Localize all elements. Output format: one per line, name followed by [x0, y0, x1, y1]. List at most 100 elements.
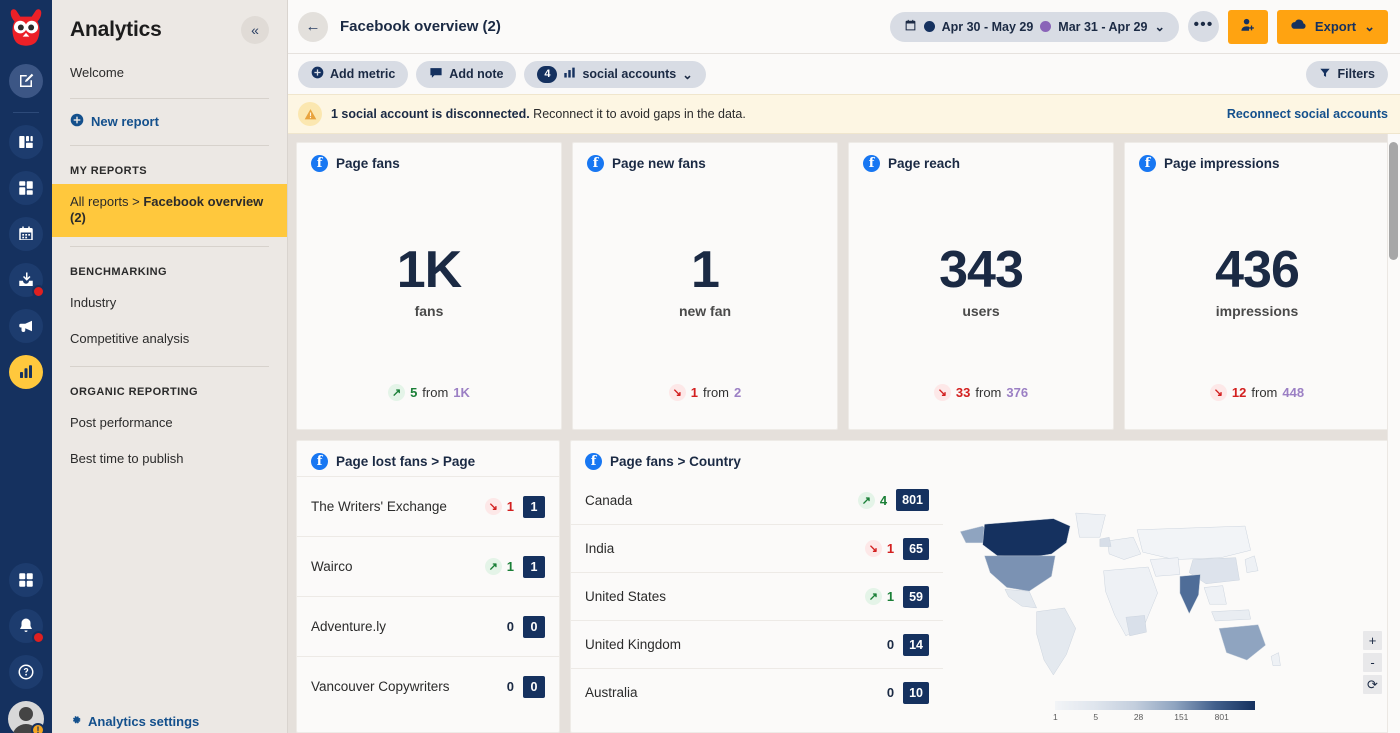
- export-button[interactable]: Export ⌄: [1277, 10, 1388, 44]
- map-zoom-out-button[interactable]: -: [1363, 653, 1382, 672]
- alert-message-rest: Reconnect it to avoid gaps in the data.: [530, 107, 746, 121]
- sidebar-item-competitive-analysis[interactable]: Competitive analysis: [52, 321, 287, 357]
- card-title: Page fans > Country: [610, 454, 741, 469]
- sidebar-item-best-time-to-publish[interactable]: Best time to publish: [52, 441, 287, 477]
- planner-grid-icon[interactable]: [9, 171, 43, 205]
- delta-value: 0: [887, 637, 894, 652]
- analytics-bar-icon: [563, 66, 576, 82]
- table-row[interactable]: Canada ↗ 4 801: [571, 476, 943, 524]
- streams-icon[interactable]: [9, 125, 43, 159]
- legend-tick: 28: [1134, 712, 1174, 722]
- chevron-down-icon: ⌄: [1154, 19, 1164, 34]
- table-row[interactable]: India ↘ 1 65: [571, 524, 943, 572]
- trend-down-icon: ↘: [865, 540, 882, 557]
- row-delta: 0: [507, 679, 514, 694]
- analytics-bar-icon[interactable]: [9, 355, 43, 389]
- add-metric-button[interactable]: Add metric: [298, 61, 408, 88]
- calendar-icon[interactable]: [9, 217, 43, 251]
- row-delta: 0: [887, 685, 894, 700]
- add-note-button[interactable]: Add note: [416, 61, 516, 88]
- delta-value: 12: [1232, 385, 1246, 400]
- table-row[interactable]: United States ↗ 1 59: [571, 572, 943, 620]
- legend-tick: 5: [1093, 712, 1133, 722]
- metric-card-page-reach[interactable]: f Page reach 343 users ↘ 33 from 376: [848, 142, 1114, 430]
- row-value: 14: [903, 634, 929, 656]
- megaphone-icon[interactable]: [9, 309, 43, 343]
- trend-down-icon: ↘: [934, 384, 951, 401]
- metric-value: 1: [691, 244, 719, 296]
- row-value: 10: [903, 682, 929, 704]
- board-scrollbar-thumb[interactable]: [1389, 142, 1398, 260]
- table-row[interactable]: The Writers' Exchange ↘ 1 1: [297, 476, 559, 536]
- card-page-lost-fans-by-page[interactable]: f Page lost fans > Page The Writers' Exc…: [296, 440, 560, 733]
- more-options-button[interactable]: •••: [1188, 11, 1219, 42]
- card-title: Page impressions: [1164, 156, 1280, 171]
- analytics-settings-link[interactable]: Analytics settings: [52, 706, 287, 733]
- delta-from-label: from: [422, 385, 448, 400]
- row-delta: 0: [507, 619, 514, 634]
- collapse-sidebar-button[interactable]: «: [241, 16, 269, 44]
- legend-tick: 801: [1215, 712, 1255, 722]
- sidebar-item-post-performance[interactable]: Post performance: [52, 405, 287, 441]
- report-title: Facebook overview (2): [340, 18, 501, 35]
- plus-circle-icon: [311, 66, 324, 82]
- facebook-icon: f: [311, 155, 328, 172]
- row-value: 59: [903, 586, 929, 608]
- analytics-app: ! Analytics « Welcome New report MY REPO…: [0, 0, 1400, 733]
- card-title: Page fans: [336, 156, 400, 171]
- date-range-picker[interactable]: Apr 30 - May 29 Mar 31 - Apr 29 ⌄: [890, 12, 1179, 42]
- compare-period-dot: [1040, 21, 1051, 32]
- board-scrollbar-track[interactable]: [1387, 134, 1400, 733]
- metric-unit: users: [962, 303, 999, 319]
- metric-card-page-impressions[interactable]: f Page impressions 436 impressions ↘ 12 …: [1124, 142, 1390, 430]
- sidebar-divider-4: [70, 366, 269, 367]
- inbox-icon[interactable]: [9, 263, 43, 297]
- current-period-dot: [924, 21, 935, 32]
- facebook-icon: f: [311, 453, 328, 470]
- map-reset-button[interactable]: ⟳: [1363, 675, 1382, 694]
- help-icon[interactable]: [9, 655, 43, 689]
- compose-icon[interactable]: [9, 64, 43, 98]
- sidebar-item-welcome[interactable]: Welcome: [52, 56, 287, 89]
- row-delta: ↘ 1: [485, 498, 514, 515]
- card-header: f Page reach: [849, 143, 1113, 178]
- facebook-icon: f: [1139, 155, 1156, 172]
- table-row[interactable]: United Kingdom 0 14: [571, 620, 943, 668]
- new-report-button[interactable]: New report: [52, 108, 287, 136]
- sidebar-item-facebook-overview[interactable]: All reports > Facebook overview (2): [52, 184, 287, 237]
- table-row[interactable]: Australia 0 10: [571, 668, 943, 716]
- chevron-down-icon: ⌄: [1364, 19, 1375, 35]
- social-accounts-count: 4: [537, 66, 557, 83]
- delta-value: 0: [507, 679, 514, 694]
- bell-icon[interactable]: [9, 609, 43, 643]
- filters-button[interactable]: Filters: [1306, 61, 1388, 88]
- alert-message-bold: 1 social account is disconnected.: [331, 107, 530, 121]
- sidebar-section-benchmarking: BENCHMARKING: [52, 256, 287, 285]
- avatar[interactable]: !: [8, 701, 44, 733]
- table-row[interactable]: Adventure.ly 0 0: [297, 596, 559, 656]
- add-user-icon: [1240, 17, 1256, 36]
- reconnect-social-accounts-link[interactable]: Reconnect social accounts: [1227, 107, 1388, 121]
- row-delta: ↘ 1: [865, 540, 894, 557]
- metric-card-page-new-fans[interactable]: f Page new fans 1 new fan ↘ 1 from 2: [572, 142, 838, 430]
- hootsuite-owl-logo[interactable]: [4, 6, 48, 52]
- social-accounts-selector[interactable]: 4 social accounts ⌄: [524, 61, 705, 88]
- previous-value: 2: [734, 385, 741, 400]
- note-bubble-icon: [429, 66, 443, 83]
- add-user-button[interactable]: [1228, 10, 1268, 44]
- table-row[interactable]: Vancouver Copywriters 0 0: [297, 656, 559, 716]
- sidebar-item-industry[interactable]: Industry: [52, 285, 287, 321]
- avatar-warning-badge: !: [31, 723, 45, 733]
- world-choropleth-map[interactable]: + - ⟳: [943, 476, 1389, 732]
- board-scrollbar[interactable]: [1389, 142, 1398, 442]
- card-page-fans-by-country[interactable]: f Page fans > Country Canada ↗ 4 8: [570, 440, 1390, 733]
- back-button[interactable]: ←: [298, 12, 328, 42]
- card-title: Page reach: [888, 156, 960, 171]
- map-zoom-in-button[interactable]: +: [1363, 631, 1382, 650]
- breakdown-card-row: f Page lost fans > Page The Writers' Exc…: [296, 440, 1390, 733]
- apps-grid-icon[interactable]: [9, 563, 43, 597]
- metric-card-page-fans[interactable]: f Page fans 1K fans ↗ 5 from 1K: [296, 142, 562, 430]
- card-header: f Page impressions: [1125, 143, 1389, 178]
- row-delta: ↗ 4: [858, 492, 887, 509]
- table-row[interactable]: Wairco ↗ 1 1: [297, 536, 559, 596]
